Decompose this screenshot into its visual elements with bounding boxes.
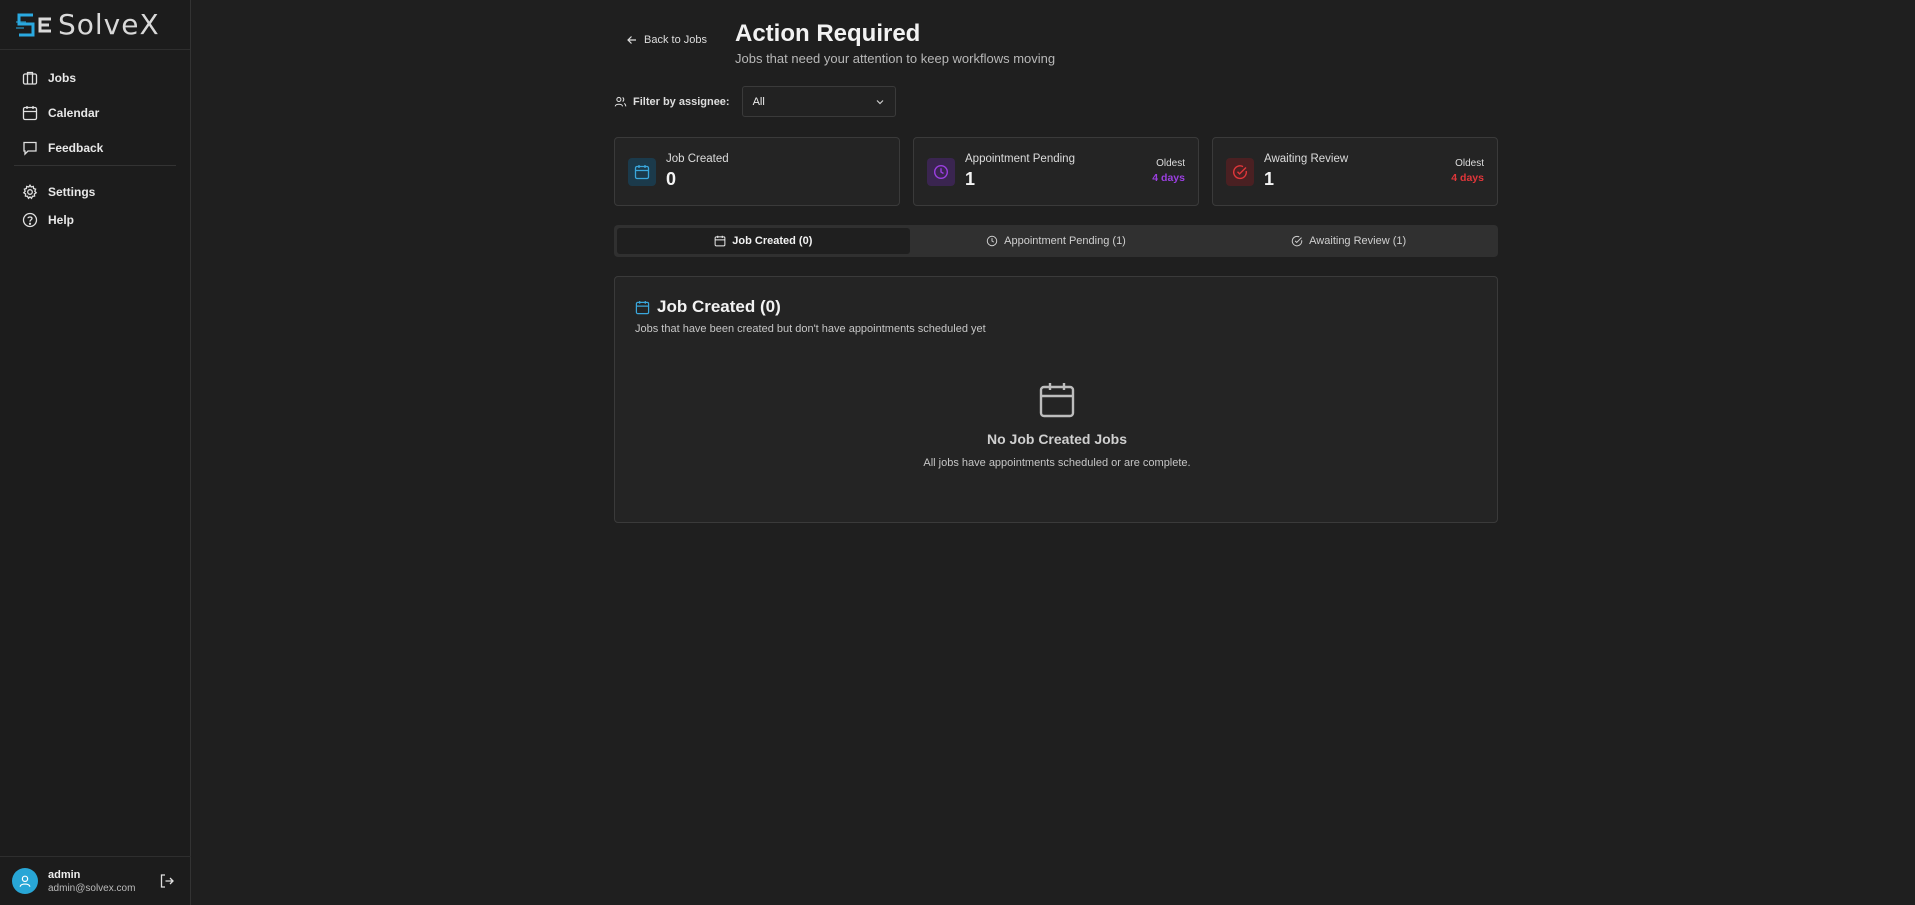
calendar-icon <box>22 105 38 120</box>
chevron-down-icon <box>876 99 884 104</box>
user-name: admin <box>48 868 81 881</box>
summary-cards: Job Created 0 Appointment Pending 1 Olde… <box>614 137 1498 206</box>
sidebar-secondary-nav: Settings Help <box>0 166 190 234</box>
oldest-value: 4 days <box>1152 172 1185 184</box>
oldest-indicator: Oldest 4 days <box>1152 158 1185 184</box>
sidebar-nav: Jobs Calendar Feedback <box>0 50 190 165</box>
card-icon <box>1226 157 1254 186</box>
panel-title-text: Job Created (0) <box>657 297 781 316</box>
tab-awaiting-review[interactable]: Awaiting Review (1) <box>1202 228 1495 254</box>
assignee-filter: Filter by assignee: All <box>614 86 896 117</box>
user-icon <box>19 875 31 887</box>
help-circle-icon <box>22 212 38 228</box>
card-awaiting-review[interactable]: Awaiting Review 1 Oldest 4 days <box>1212 137 1498 206</box>
empty-state-title: No Job Created Jobs <box>986 431 1128 447</box>
card-label: Job Created <box>666 153 729 165</box>
avatar[interactable] <box>12 868 38 894</box>
clock-icon <box>986 235 998 247</box>
calendar-icon <box>1039 383 1075 418</box>
tab-appointment-pending[interactable]: Appointment Pending (1) <box>910 228 1203 254</box>
oldest-indicator: Oldest 4 days <box>1451 158 1484 184</box>
card-label: Awaiting Review <box>1264 153 1349 165</box>
card-icon <box>628 157 656 186</box>
card-appointment-pending[interactable]: Appointment Pending 1 Oldest 4 days <box>913 137 1199 206</box>
status-tabs: Job Created (0) Appointment Pending (1) … <box>614 225 1498 257</box>
assignee-select[interactable]: All <box>741 86 896 117</box>
page-header: Back to Jobs Action Required Jobs that n… <box>614 0 1498 80</box>
card-text: Appointment Pending 1 <box>965 153 1075 190</box>
assignee-select-value: All <box>752 95 765 108</box>
users-icon <box>614 96 627 107</box>
sidebar-item-help[interactable]: Help <box>0 206 190 234</box>
logo[interactable]: SolveX <box>0 0 190 50</box>
check-circle-icon <box>1291 235 1303 247</box>
user-profile: admin admin@solvex.com <box>0 856 191 905</box>
back-to-jobs-button[interactable]: Back to Jobs <box>626 34 707 46</box>
user-email: admin@solvex.com <box>48 882 136 894</box>
message-icon <box>23 141 37 156</box>
sidebar-item-feedback[interactable]: Feedback <box>0 130 190 165</box>
tab-label: Awaiting Review (1) <box>1309 235 1407 247</box>
solvex-logo-icon <box>16 13 51 36</box>
oldest-label: Oldest <box>1156 158 1185 169</box>
page-title: Action Required <box>735 20 921 47</box>
empty-state: No Job Created Jobs All jobs have appoin… <box>615 381 1499 469</box>
card-icon <box>927 157 955 186</box>
tab-label: Appointment Pending (1) <box>1004 235 1126 247</box>
card-count: 0 <box>666 169 677 189</box>
sidebar-item-calendar[interactable]: Calendar <box>0 95 190 130</box>
card-count: 1 <box>1264 169 1275 189</box>
clock-icon <box>933 164 949 179</box>
oldest-value: 4 days <box>1451 172 1484 184</box>
arrow-left-icon <box>627 36 636 44</box>
card-label: Appointment Pending <box>965 153 1075 165</box>
card-job-created[interactable]: Job Created 0 <box>614 137 900 206</box>
sidebar-item-label: Settings <box>48 185 96 199</box>
gear-icon <box>22 184 38 200</box>
job-created-panel: Job Created (0) Jobs that have been crea… <box>614 276 1498 523</box>
oldest-label: Oldest <box>1455 158 1484 169</box>
calendar-icon <box>635 300 650 314</box>
empty-state-description: All jobs have appointments scheduled or … <box>923 457 1191 469</box>
sidebar-item-label: Help <box>48 213 75 227</box>
sidebar-item-label: Jobs <box>48 70 77 85</box>
calendar-icon <box>634 164 650 179</box>
tab-label: Job Created (0) <box>732 235 813 247</box>
main-content: Back to Jobs Action Required Jobs that n… <box>614 0 1498 523</box>
sidebar-item-label: Calendar <box>48 105 100 120</box>
panel-title: Job Created (0) <box>635 297 781 317</box>
filter-label-text: Filter by assignee: <box>633 95 730 108</box>
calendar-icon <box>714 235 726 247</box>
logo-text: SolveX <box>58 7 160 41</box>
page-subtitle: Jobs that need your attention to keep wo… <box>735 51 1056 66</box>
filter-label: Filter by assignee: <box>614 95 730 108</box>
panel-description: Jobs that have been created but don't ha… <box>635 323 986 335</box>
tab-job-created[interactable]: Job Created (0) <box>617 228 910 254</box>
sidebar-item-label: Feedback <box>48 140 104 155</box>
back-label: Back to Jobs <box>644 34 707 46</box>
logout-icon[interactable] <box>159 873 175 889</box>
sidebar: SolveX Jobs Calendar Feedback Settings H… <box>0 0 191 905</box>
briefcase-icon <box>22 71 38 85</box>
card-count: 1 <box>965 169 976 189</box>
card-text: Awaiting Review 1 <box>1264 153 1348 190</box>
user-info: admin admin@solvex.com <box>48 869 159 894</box>
sidebar-item-jobs[interactable]: Jobs <box>0 60 190 95</box>
sidebar-item-settings[interactable]: Settings <box>0 178 190 206</box>
check-circle-icon <box>1233 164 1247 179</box>
card-text: Job Created 0 <box>666 153 729 190</box>
